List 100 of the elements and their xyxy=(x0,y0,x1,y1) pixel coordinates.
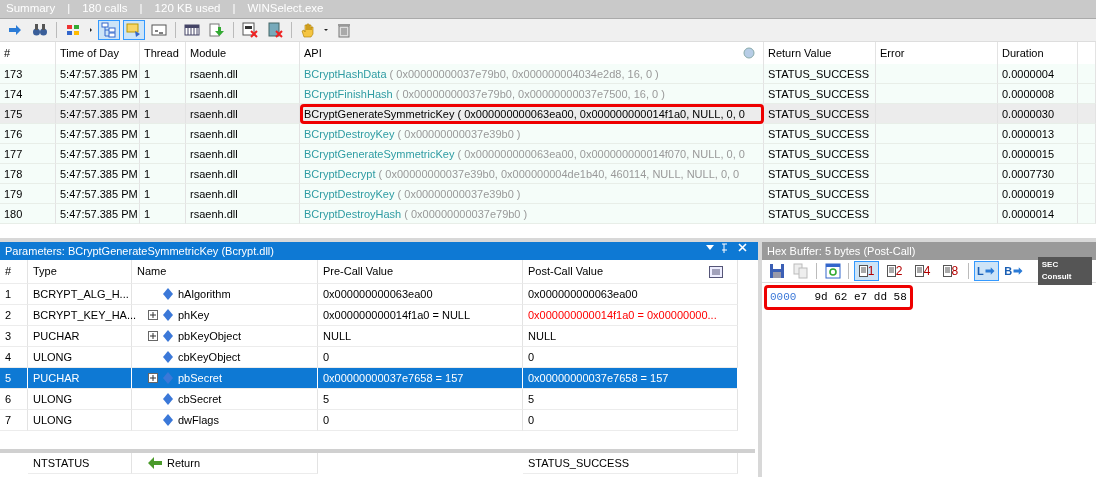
return-arrow-icon xyxy=(148,457,162,469)
toolbar-button[interactable]: B xyxy=(1001,261,1027,281)
table-cell: 3 xyxy=(0,326,28,347)
api-call-text: BCryptDestroyKey ( 0x00000000037e39b0 ) xyxy=(304,188,521,200)
table-cell: PUCHAR xyxy=(28,368,132,389)
save-icon xyxy=(768,263,785,279)
parameter-name: cbKeyObject xyxy=(178,349,241,365)
table-cell: 5 xyxy=(523,389,738,410)
api-call-text: BCryptDestroyKey ( 0x00000000037e39b0 ) xyxy=(304,128,521,140)
parameter-icon xyxy=(163,330,173,342)
table-cell: 5 xyxy=(318,389,523,410)
table-cell: 1 xyxy=(0,284,28,305)
table-cell: 0x000000000063ea00 xyxy=(318,284,523,305)
parameter-name: cbSecret xyxy=(178,391,222,407)
table-cell: NULL xyxy=(318,326,523,347)
table-cell: 1 xyxy=(140,204,186,224)
parameter-row[interactable]: 6 ULONG cbSecret 5 5 xyxy=(0,389,758,410)
column-header[interactable]: Name xyxy=(132,260,318,284)
api-call-text: BCryptFinishHash ( 0x00000000037e79b0, 0x00000000037e7500, 16, 0 ) xyxy=(304,88,665,100)
table-cell: PUCHAR xyxy=(28,326,132,347)
group-size-text: 8 xyxy=(951,265,959,277)
list-icon[interactable] xyxy=(709,265,723,278)
ball-icon xyxy=(743,47,755,59)
column-header[interactable]: # xyxy=(0,260,28,284)
parameter-icon xyxy=(163,351,173,363)
table-row[interactable]: 177 5:47:57.385 PM 1 rsaenh.dll BCryptGenerateSymmetricKey ( 0x000000000063ea00, 0x000000000014f070, NULL, 0, 0 STATUS_SUCCESS 0.0000015 xyxy=(0,144,1096,164)
table-cell: ULONG xyxy=(28,389,132,410)
toolbar-button[interactable]: 2 xyxy=(882,261,908,281)
table-cell: 6 xyxy=(0,389,28,410)
refresh-icon xyxy=(824,263,841,279)
api-delete-icon xyxy=(242,22,258,38)
column-header[interactable]: Type xyxy=(28,260,132,284)
binoculars-icon xyxy=(32,22,48,38)
api-call-text: BCryptDecrypt ( 0x00000000037e39b0, 0x000000004de1b40, 460114, NULL, NULL, 0, 0 xyxy=(304,168,740,180)
parameter-row[interactable]: 1 BCRYPT_ALG_H... hAlgorithm 0x000000000063ea00 0x000000000063ea00 xyxy=(0,284,758,305)
api-call-text: BCryptGenerateSymmetricKey ( 0x000000000063ea00, 0x000000000014f070, NULL, 0, 0 xyxy=(304,148,745,160)
table-row[interactable]: 176 5:47:57.385 PM 1 rsaenh.dll BCryptDestroyKey ( 0x00000000037e39b0 ) STATUS_SUCCESS 0.0000013 xyxy=(0,124,1096,144)
parameter-name: phKey xyxy=(178,307,210,323)
table-cell: 7 xyxy=(0,410,28,431)
table-row[interactable]: 178 5:47:57.385 PM 1 rsaenh.dll BCryptDecrypt ( 0x00000000037e39b0, 0x000000004de1b40, 460114, NULL, NULL, 0, 0 STATUS_SUCCESS 0.0007730 xyxy=(0,164,1096,184)
table-row[interactable]: 175 5:47:57.385 PM 1 rsaenh.dll BCryptGenerateSymmetricKey ( 0x000000000063ea00, 0x000000000014f1a0, NULL, 0, 0 STATUS_SUCCESS 0.0000030 xyxy=(0,104,1096,124)
logo-badge: SEC Consult xyxy=(1037,257,1092,285)
api-call-text: BCryptHashData ( 0x00000000037e79b0, 0x000000004034e2d8, 16, 0 ) xyxy=(304,68,659,80)
group-size-text: 1 xyxy=(867,265,875,277)
arrow-icon xyxy=(7,22,23,38)
console-icon xyxy=(151,22,167,38)
toolbar-button[interactable]: 8 xyxy=(938,261,963,281)
table-cell: NULL xyxy=(523,326,738,347)
expand-icon[interactable] xyxy=(148,310,158,320)
parameter-name: hAlgorithm xyxy=(178,286,231,302)
column-header[interactable]: Post-Call Value xyxy=(528,261,603,282)
color-grid-icon xyxy=(65,22,81,38)
table-cell: NTSTATUS xyxy=(28,453,132,474)
table-cell: 0x000000000063ea00 xyxy=(523,284,738,305)
parameter-icon xyxy=(163,414,173,426)
parameter-name: pbKeyObject xyxy=(178,328,241,344)
table-cell: rsaenh.dll xyxy=(186,204,300,224)
panel-title: Parameters: BCryptGenerateSymmetricKey (Bcrypt.dll) xyxy=(5,244,274,259)
table-row[interactable]: 180 5:47:57.385 PM 1 rsaenh.dll BCryptDestroyHash ( 0x00000000037e79b0 ) STATUS_SUCCESS 0.0000014 xyxy=(0,204,1096,224)
endian-text: L xyxy=(976,263,984,279)
column-header[interactable]: API xyxy=(304,42,322,64)
toolbar-button[interactable]: 1 xyxy=(854,261,880,281)
table-cell: 5:47:57.385 PM xyxy=(56,204,140,224)
table-cell: 0.0000014 xyxy=(998,204,1078,224)
parameter-name: pbSecret xyxy=(178,370,223,386)
expand-icon[interactable] xyxy=(148,373,158,383)
table-cell: ULONG xyxy=(28,410,132,431)
page-icon xyxy=(886,265,896,277)
page-icon xyxy=(942,265,952,277)
table-cell: 0 xyxy=(318,410,523,431)
panel-controls-drawing[interactable] xyxy=(704,242,750,254)
expand-icon[interactable] xyxy=(148,331,158,341)
parameter-icon xyxy=(163,393,173,405)
table-cell: BCRYPT_ALG_H... xyxy=(28,284,132,305)
toolbar-button[interactable]: 4 xyxy=(910,261,935,281)
page-icon xyxy=(858,265,868,277)
toolbar-button[interactable] xyxy=(822,261,844,281)
separator-text: | xyxy=(67,1,71,17)
toolbar-button[interactable]: L xyxy=(973,261,999,281)
copy-icon xyxy=(792,263,809,279)
table-row[interactable]: 179 5:47:57.385 PM 1 rsaenh.dll BCryptDestroyKey ( 0x00000000037e39b0 ) STATUS_SUCCESS 0.0000019 xyxy=(0,184,1096,204)
hex-offset: 0000 xyxy=(770,290,797,305)
table-row[interactable]: 173 5:47:57.385 PM 1 rsaenh.dll BCryptHashData ( 0x00000000037e79b0, 0x000000004034e2d8, 16, 0 ) STATUS_SUCCESS 0.0000004 xyxy=(0,64,1096,84)
table-cell: 0x00000000037e7658 = 157 xyxy=(523,368,738,389)
hex-bytes: 9d 62 e7 dd 58 xyxy=(814,290,907,305)
parameter-name: Return xyxy=(167,455,201,471)
parameter-row[interactable]: 2 BCRYPT_KEY_HA... phKey 0x000000000014f1a0 = NULL 0x000000000014f1a0 = 0x00000000... xyxy=(0,305,758,326)
table-cell: 5 xyxy=(0,368,28,389)
parameter-row[interactable]: 3 PUCHAR pbKeyObject NULL NULL xyxy=(0,326,758,347)
table-cell: 0x000000000014f1a0 = 0x00000000... xyxy=(523,305,738,326)
column-header[interactable]: Pre-Call Value xyxy=(318,260,523,284)
table-row[interactable]: 174 5:47:57.385 PM 1 rsaenh.dll BCryptFinishHash ( 0x00000000037e79b0, 0x00000000037e7500, 16, 0 ) STATUS_SUCCESS 0.0000008 xyxy=(0,84,1096,104)
table-cell: 0x00000000037e7658 = 157 xyxy=(318,368,523,389)
parameter-icon xyxy=(163,372,173,384)
separator-text: | xyxy=(139,1,143,17)
parameter-row[interactable]: 5 PUCHAR pbSecret 0x00000000037e7658 = 157 0x00000000037e7658 = 157 xyxy=(0,368,758,389)
export-icon xyxy=(209,22,225,38)
trash-icon xyxy=(336,22,352,38)
parameter-row[interactable]: 7 ULONG dwFlags 0 0 xyxy=(0,410,758,431)
toolbar-button[interactable] xyxy=(239,20,261,40)
